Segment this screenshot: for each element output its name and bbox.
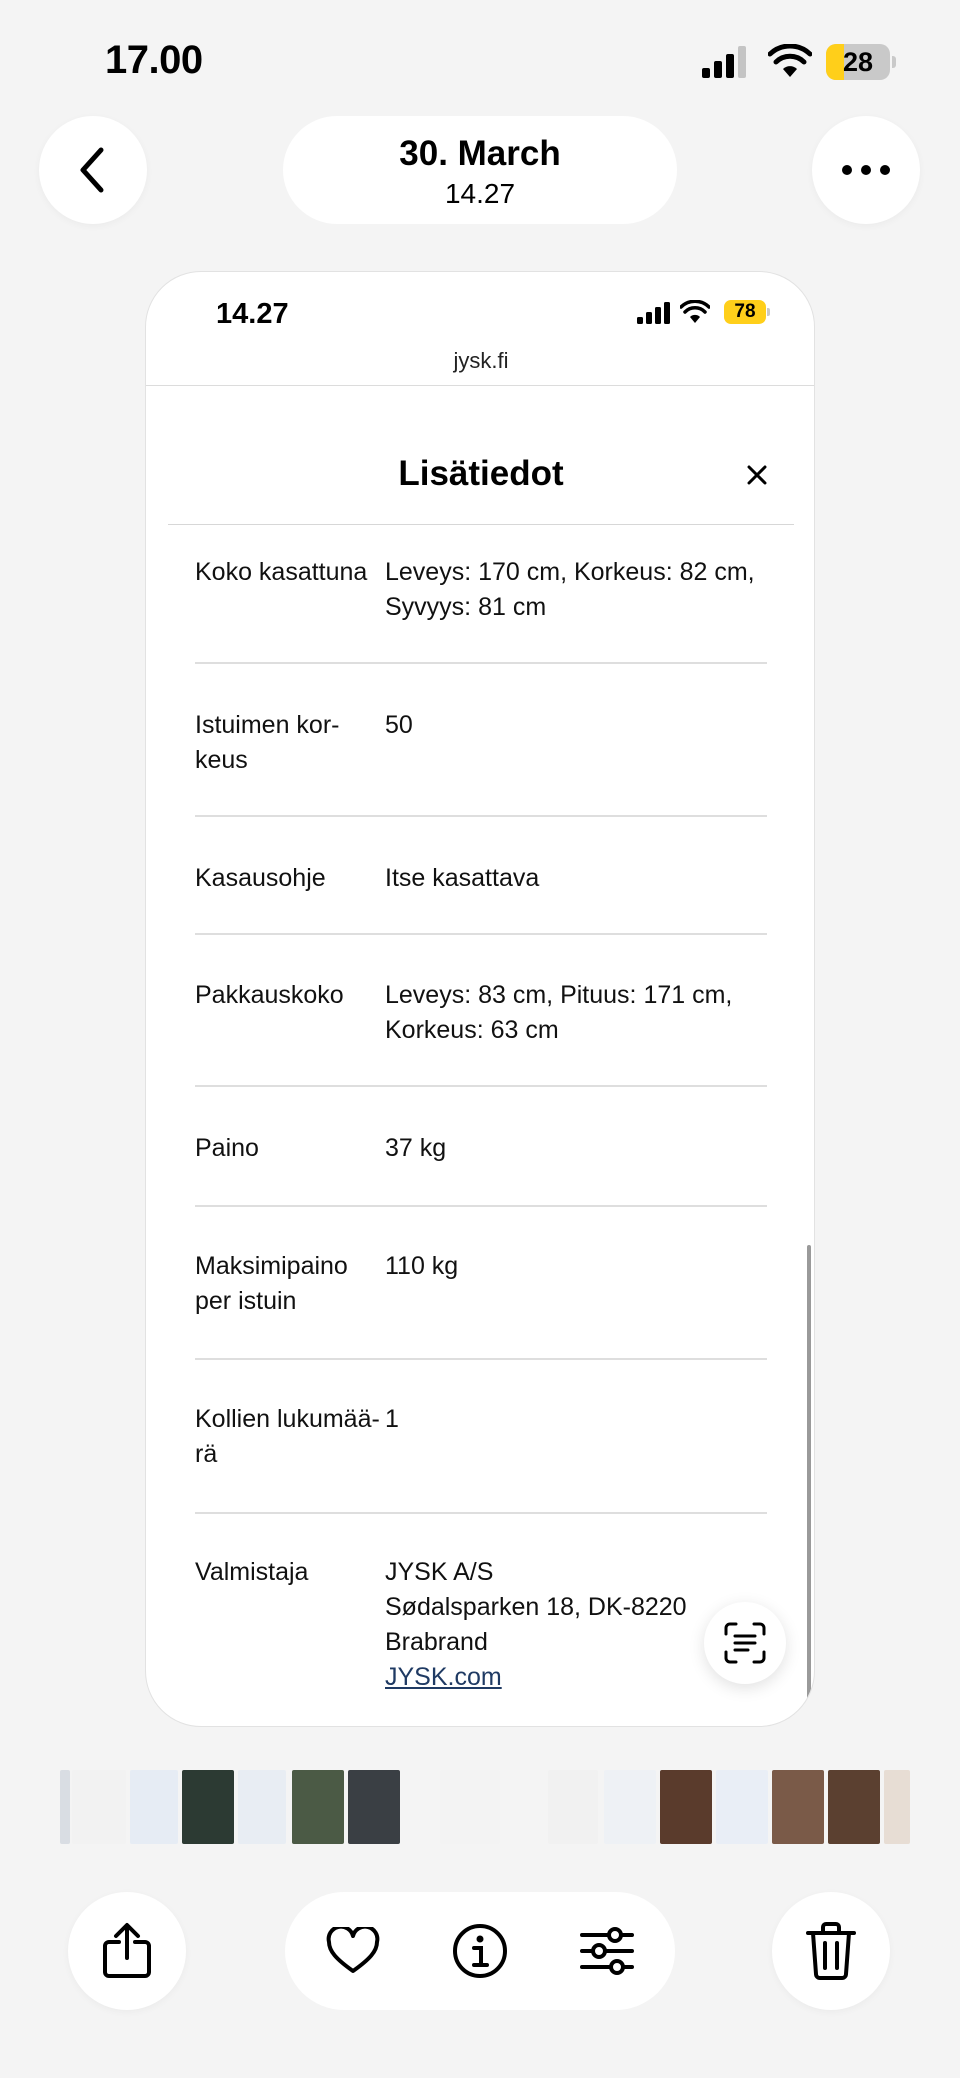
row-divider (195, 1512, 767, 1514)
detail-value: Leveys: 83 cm, Pituus: 171 cm, Korkeus: 6… (385, 981, 733, 1044)
cellular-signal-icon (702, 46, 746, 78)
row-divider (195, 933, 767, 935)
favorite-button[interactable] (318, 1916, 388, 1986)
detail-label: Paino (195, 1134, 259, 1162)
date-time: 14.27 (444, 178, 516, 209)
thumbnail[interactable] (348, 1770, 400, 1844)
detail-value: 37 kg (385, 1134, 447, 1162)
thumbnail[interactable] (660, 1770, 712, 1844)
toolbar-pill (285, 1892, 675, 2010)
sliders-icon (580, 1927, 634, 1975)
live-text-icon (724, 1622, 766, 1664)
row-divider (195, 815, 767, 817)
back-button[interactable] (39, 116, 147, 224)
status-bar: 17.00 28 (0, 0, 960, 120)
share-button[interactable] (68, 1892, 186, 2010)
thumbnail[interactable] (884, 1770, 910, 1844)
inner-battery-indicator: 78 (724, 300, 770, 326)
thumbnail[interactable] (72, 1770, 126, 1844)
thumbnail[interactable] (292, 1770, 344, 1844)
thumbnail[interactable] (604, 1770, 656, 1844)
date-title: 30. March (399, 134, 561, 173)
thumbnail[interactable] (772, 1770, 824, 1844)
thumbnail[interactable] (130, 1770, 178, 1844)
detail-label: Pakkauskoko (195, 981, 344, 1009)
thumbnail[interactable] (716, 1770, 768, 1844)
thumbnail[interactable] (548, 1770, 598, 1844)
inner-status-time: 14.27 (216, 298, 289, 330)
detail-value: 110 kg (385, 1252, 459, 1280)
more-button[interactable] (812, 116, 920, 224)
battery-indicator: 28 (826, 44, 896, 80)
inner-cellular-signal-icon (637, 302, 670, 324)
url-bar: jysk.fi (453, 348, 509, 373)
thumbnail[interactable] (60, 1770, 70, 1844)
row-divider (195, 1358, 767, 1360)
heart-icon (326, 1927, 380, 1973)
thumbnail-strip[interactable] (60, 1770, 910, 1844)
detail-label: Valmistaja (195, 1558, 309, 1586)
inner-battery-percent: 78 (724, 300, 766, 324)
row-divider (195, 662, 767, 664)
thumbnail[interactable] (828, 1770, 880, 1844)
detail-value: 1 (385, 1405, 399, 1433)
detail-label: Kasausohje (195, 864, 326, 892)
chevron-left-icon (80, 147, 104, 193)
divider (146, 385, 814, 386)
share-icon (103, 1923, 151, 1978)
detail-label: Kollien lukumää-rä (195, 1405, 380, 1468)
scrollbar (807, 1245, 811, 1700)
battery-percent: 28 (842, 47, 874, 77)
detail-value: Itse kasattava (385, 864, 540, 892)
live-text-button[interactable] (704, 1602, 786, 1684)
divider (168, 524, 794, 525)
trash-icon (806, 1922, 856, 1980)
date-header[interactable]: 30. March 14.27 (283, 116, 677, 224)
info-icon (453, 1924, 507, 1978)
wifi-icon (768, 44, 812, 77)
detail-value: Leveys: 170 cm, Korkeus: 82 cm, Syvyys: 8… (385, 558, 755, 621)
detail-label: Koko kasattuna (195, 558, 368, 586)
thumbnail[interactable] (238, 1770, 286, 1844)
detail-label: Istuimen kor-keus (195, 711, 340, 774)
ellipsis-icon (842, 165, 890, 175)
close-icon (747, 465, 767, 485)
row-divider (195, 1085, 767, 1087)
thumbnail[interactable] (440, 1770, 500, 1844)
status-time: 17.00 (105, 38, 203, 82)
info-button[interactable] (445, 1916, 515, 1986)
delete-button[interactable] (772, 1892, 890, 2010)
screenshot-preview[interactable]: 14.27 78 jysk.fi Lisätiedot Koko kasattu… (145, 271, 815, 1727)
detail-value: 50 (385, 711, 413, 739)
row-divider (195, 1205, 767, 1207)
inner-wifi-icon (680, 300, 710, 323)
detail-label: Maksimipaino per istuin (195, 1252, 348, 1315)
adjust-button[interactable] (572, 1916, 642, 1986)
thumbnail[interactable] (182, 1770, 234, 1844)
modal-title: Lisätiedot (398, 454, 564, 493)
